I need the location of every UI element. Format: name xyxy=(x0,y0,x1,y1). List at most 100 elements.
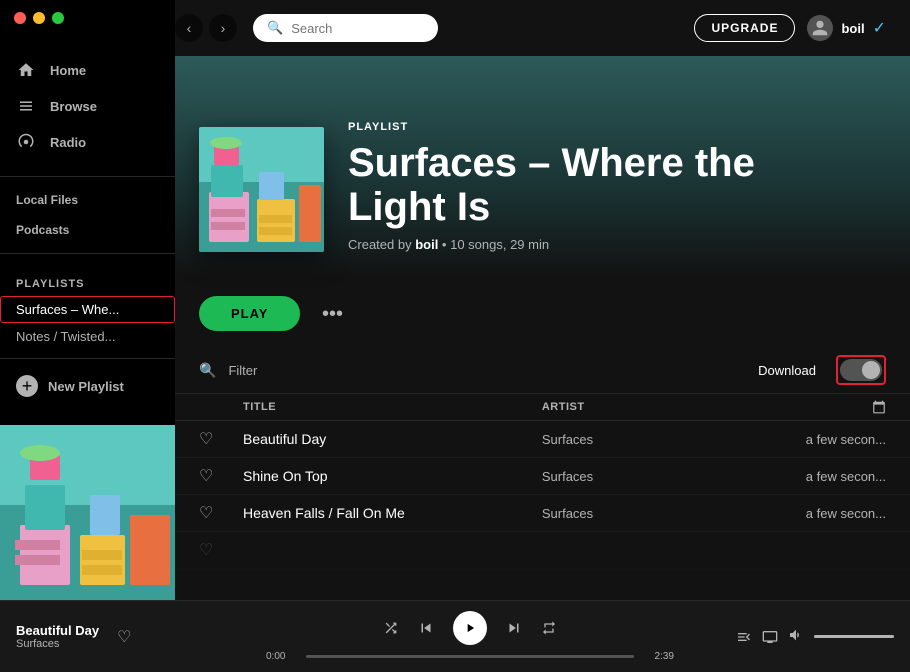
playlists-section-label: PLAYLISTS xyxy=(0,262,175,296)
more-options-button[interactable]: ••• xyxy=(316,298,348,330)
now-playing-like-button[interactable]: ♡ xyxy=(117,627,131,647)
now-playing-title: Beautiful Day xyxy=(16,623,99,638)
sidebar-divider-1 xyxy=(0,176,175,177)
track-date-1: a few secon... xyxy=(766,432,886,447)
track-list-header: TITLE ARTIST xyxy=(175,394,910,421)
track-date-3: a few secon... xyxy=(766,506,886,521)
main-content[interactable]: PLAYLIST Surfaces – Where theLight Is Cr… xyxy=(175,56,910,600)
current-time: 0:00 xyxy=(266,651,298,662)
volume-icon[interactable] xyxy=(788,627,804,646)
search-input[interactable] xyxy=(291,21,424,36)
player-center: 0:00 2:39 xyxy=(266,611,674,662)
table-row[interactable]: ♡ Beautiful Day Surfaces a few secon... xyxy=(175,421,910,458)
devices-button[interactable] xyxy=(762,629,778,645)
col-title: TITLE xyxy=(239,401,542,413)
navigation-arrows: ‹ › xyxy=(175,14,237,42)
sidebar-item-podcasts[interactable]: Podcasts xyxy=(0,215,175,245)
sidebar-item-browse[interactable]: Browse xyxy=(0,88,175,124)
topbar: ‹ › 🔍 UPGRADE boil ✓ xyxy=(175,0,910,56)
user-area[interactable]: boil ✓ xyxy=(807,15,886,41)
sidebar-divider-2 xyxy=(0,253,175,254)
track-title-2: Shine On Top xyxy=(239,468,542,484)
now-playing-artist: Surfaces xyxy=(16,638,99,650)
forward-button[interactable]: › xyxy=(209,14,237,42)
previous-button[interactable] xyxy=(417,619,435,637)
sidebar-album-art xyxy=(0,425,175,600)
playlist-creator: boil xyxy=(415,237,438,252)
next-button[interactable] xyxy=(505,619,523,637)
playlist-header: PLAYLIST Surfaces – Where theLight Is Cr… xyxy=(175,56,910,276)
search-icon: 🔍 xyxy=(267,20,283,36)
radio-icon xyxy=(16,132,36,152)
new-playlist-label: New Playlist xyxy=(48,379,124,394)
playlist-meta: Created by boil • 10 songs, 29 min xyxy=(348,237,755,252)
sidebar-divider-3 xyxy=(0,358,175,359)
playlist-cover-art xyxy=(199,127,324,252)
col-date xyxy=(766,400,886,414)
local-files-label: Local Files xyxy=(16,193,78,207)
like-button-4[interactable]: ♡ xyxy=(199,540,239,560)
playlist-title: Surfaces – Where theLight Is xyxy=(348,141,755,229)
track-date-2: a few secon... xyxy=(766,469,886,484)
download-toggle[interactable] xyxy=(840,359,882,381)
player-bar: Beautiful Day Surfaces ♡ 0:00 xyxy=(0,600,910,672)
queue-button[interactable] xyxy=(736,629,752,645)
table-row[interactable]: ♡ xyxy=(175,532,910,569)
volume-bar-fill xyxy=(814,635,894,638)
close-button[interactable] xyxy=(14,12,26,24)
like-button-3[interactable]: ♡ xyxy=(199,503,239,523)
like-button-1[interactable]: ♡ xyxy=(199,429,239,449)
sidebar-radio-label: Radio xyxy=(50,135,86,150)
new-playlist-icon: + xyxy=(16,375,38,397)
filter-input[interactable] xyxy=(228,363,746,378)
download-toggle-knob xyxy=(862,361,880,379)
podcasts-label: Podcasts xyxy=(16,223,69,237)
play-pause-button[interactable] xyxy=(453,611,487,645)
progress-row: 0:00 2:39 xyxy=(266,651,674,662)
table-row[interactable]: ♡ Heaven Falls / Fall On Me Surfaces a f… xyxy=(175,495,910,532)
minimize-button[interactable] xyxy=(33,12,45,24)
sidebar-item-home[interactable]: Home xyxy=(0,52,175,88)
sidebar-playlist-notes[interactable]: Notes / Twisted... xyxy=(0,323,175,350)
now-playing-info: Beautiful Day Surfaces ♡ xyxy=(16,623,266,650)
track-artist-1: Surfaces xyxy=(542,432,766,447)
player-controls xyxy=(383,611,557,645)
playlist-info: PLAYLIST Surfaces – Where theLight Is Cr… xyxy=(348,121,755,252)
browse-icon xyxy=(16,96,36,116)
track-artist-2: Surfaces xyxy=(542,469,766,484)
sidebar-item-radio[interactable]: Radio xyxy=(0,124,175,160)
traffic-lights xyxy=(0,0,175,36)
progress-bar[interactable] xyxy=(306,655,634,658)
download-label: Download xyxy=(758,363,816,378)
search-bar[interactable]: 🔍 xyxy=(253,14,438,42)
player-right-controls xyxy=(674,627,894,646)
playlist-song-count: 10 songs, 29 min xyxy=(450,237,549,252)
user-avatar-icon xyxy=(807,15,833,41)
shuffle-button[interactable] xyxy=(383,620,399,636)
back-button[interactable]: ‹ xyxy=(175,14,203,42)
volume-slider[interactable] xyxy=(814,635,894,638)
playlist-type-label: PLAYLIST xyxy=(348,121,755,133)
upgrade-button[interactable]: UPGRADE xyxy=(694,14,795,42)
new-playlist-button[interactable]: + New Playlist xyxy=(0,367,175,405)
filter-download-row: 🔍 Download xyxy=(175,347,910,394)
play-button[interactable]: PLAY xyxy=(199,296,300,331)
total-time: 2:39 xyxy=(642,651,674,662)
sidebar-item-local-files[interactable]: Local Files xyxy=(0,185,175,215)
repeat-button[interactable] xyxy=(541,620,557,636)
track-title-3: Heaven Falls / Fall On Me xyxy=(239,505,542,521)
user-badge-icon: ✓ xyxy=(873,18,886,38)
now-playing-text: Beautiful Day Surfaces xyxy=(16,623,99,650)
table-row[interactable]: ♡ Shine On Top Surfaces a few secon... xyxy=(175,458,910,495)
user-name-label: boil xyxy=(841,21,864,36)
like-button-2[interactable]: ♡ xyxy=(199,466,239,486)
playlist-controls: PLAY ••• xyxy=(175,276,910,347)
sidebar-browse-label: Browse xyxy=(50,99,97,114)
col-artist: ARTIST xyxy=(542,401,766,413)
sidebar-playlist-surfaces[interactable]: Surfaces – Whe... xyxy=(0,296,175,323)
home-icon xyxy=(16,60,36,80)
sidebar: Home Browse Radio xyxy=(0,0,175,600)
maximize-button[interactable] xyxy=(52,12,64,24)
track-title-1: Beautiful Day xyxy=(239,431,542,447)
filter-search-icon: 🔍 xyxy=(199,362,216,379)
